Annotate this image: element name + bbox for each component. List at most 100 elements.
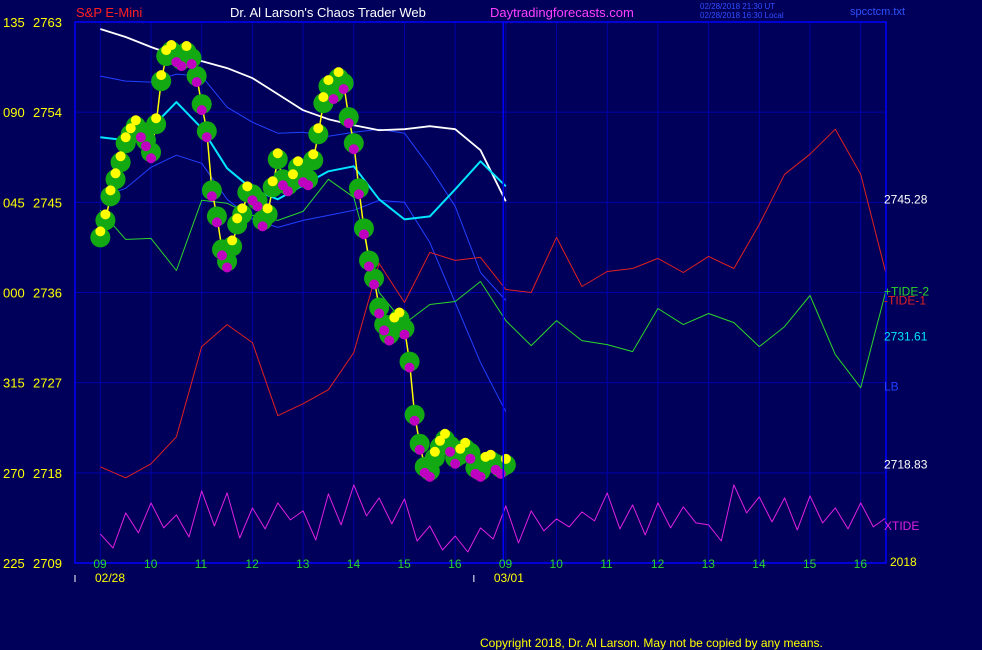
price-down-dot — [135, 132, 146, 143]
timestamp-ut: 02/28/2018 21:30 UT — [700, 2, 775, 11]
right-axis-label: XTIDE — [884, 519, 919, 533]
price-up-dot — [166, 40, 177, 51]
price-up-dot — [95, 226, 106, 237]
price-up-dot — [318, 92, 329, 103]
price-up-dot — [105, 185, 116, 196]
price-up-dot — [460, 437, 471, 448]
y-axis-left-label: 045 — [3, 195, 25, 210]
price-up-dot — [272, 148, 283, 159]
price-down-dot — [369, 279, 380, 290]
x-hour-label: 10 — [550, 557, 564, 571]
year-label: 2018 — [890, 555, 917, 569]
price-up-dot — [115, 151, 126, 162]
y-axis-left-label: 000 — [3, 286, 25, 301]
price-up-dot — [394, 307, 405, 318]
price-down-dot — [343, 118, 354, 129]
price-down-dot — [348, 144, 359, 155]
price-up-dot — [500, 453, 511, 464]
price-down-dot — [358, 229, 369, 240]
x-hour-label: 15 — [397, 557, 411, 571]
price-down-dot — [211, 217, 222, 228]
price-down-dot — [206, 191, 217, 202]
price-up-dot — [287, 169, 298, 180]
price-down-dot — [404, 362, 415, 373]
y-axis-price-label: 2709 — [33, 556, 62, 571]
x-date-label: 03/01 — [494, 571, 524, 585]
price-down-dot — [399, 329, 410, 340]
price-down-dot — [222, 262, 233, 273]
price-down-dot — [186, 59, 197, 70]
x-hour-label: 15 — [803, 557, 817, 571]
price-down-dot — [363, 261, 374, 272]
price-down-dot — [328, 94, 339, 105]
x-hour-label: 14 — [347, 557, 361, 571]
price-down-dot — [216, 250, 227, 261]
price-up-dot — [267, 176, 278, 187]
x-hour-label: 09 — [93, 557, 107, 571]
x-hour-label: 10 — [144, 557, 158, 571]
y-axis-price-label: 2763 — [33, 15, 62, 30]
y-axis-price-label: 2745 — [33, 195, 62, 210]
x-date-label: 02/28 — [95, 571, 125, 585]
price-down-dot — [374, 308, 385, 319]
y-axis-left-label: 090 — [3, 105, 25, 120]
price-down-dot — [465, 453, 476, 464]
price-down-dot — [353, 189, 364, 200]
price-up-dot — [485, 449, 496, 460]
y-axis-price-label: 2718 — [33, 466, 62, 481]
price-up-dot — [242, 181, 253, 192]
price-down-dot — [191, 77, 202, 88]
x-hour-label: 16 — [854, 557, 868, 571]
price-down-dot — [384, 335, 395, 346]
price-down-dot — [257, 221, 268, 232]
x-hour-label: 12 — [651, 557, 665, 571]
y-axis-price-label: 2727 — [33, 376, 62, 391]
price-up-dot — [181, 41, 192, 52]
price-down-dot — [146, 153, 157, 164]
price-up-dot — [130, 115, 141, 126]
price-up-dot — [333, 67, 344, 78]
x-hour-label: 11 — [600, 557, 613, 571]
y-axis-left-label: 315 — [3, 376, 25, 391]
price-up-dot — [323, 75, 334, 86]
price-up-dot — [429, 446, 440, 457]
price-up-dot — [156, 70, 167, 81]
timestamp-local: 02/28/2018 16:30 Local — [700, 11, 784, 20]
right-axis-label: 2718.83 — [884, 458, 928, 472]
x-hour-label: 09 — [499, 557, 513, 571]
price-up-dot — [313, 123, 324, 134]
price-down-dot — [424, 471, 435, 482]
price-up-dot — [151, 113, 162, 124]
price-down-dot — [176, 61, 187, 72]
x-hour-label: 13 — [296, 557, 310, 571]
x-hour-label: 12 — [245, 557, 259, 571]
copyright-notice: Copyright 2018, Dr. Al Larson. May not b… — [480, 636, 823, 650]
price-down-dot — [196, 105, 207, 116]
price-down-dot — [282, 186, 293, 197]
price-down-dot — [252, 201, 263, 212]
price-up-dot — [100, 209, 111, 220]
price-down-dot — [495, 468, 506, 479]
y-axis-price-label: 2754 — [33, 105, 62, 120]
x-hour-label: 11 — [195, 557, 208, 571]
price-down-dot — [201, 132, 212, 143]
price-up-dot — [227, 235, 238, 246]
price-down-dot — [450, 458, 461, 469]
instrument-label: S&P E-Mini — [76, 5, 142, 20]
data-filename: spcctcm.txt — [850, 6, 905, 18]
right-axis-label: 2745.28 — [884, 193, 928, 207]
y-axis-price-label: 2736 — [33, 286, 62, 301]
right-axis-label: -TIDE-1 — [884, 294, 926, 308]
x-hour-label: 14 — [752, 557, 766, 571]
price-down-dot — [379, 325, 390, 336]
chart-canvas: 135 2763 090 2754 045 2745 000 2736 315 2727 270 27… — [0, 0, 982, 650]
x-hour-label: 13 — [702, 557, 716, 571]
price-down-dot — [303, 180, 314, 191]
price-down-dot — [414, 444, 425, 455]
price-down-dot — [338, 84, 349, 95]
price-up-dot — [440, 428, 451, 439]
price-down-dot — [409, 415, 420, 426]
y-axis-left-label: 135 — [3, 15, 25, 30]
price-up-dot — [237, 203, 248, 214]
price-up-dot — [232, 213, 243, 224]
